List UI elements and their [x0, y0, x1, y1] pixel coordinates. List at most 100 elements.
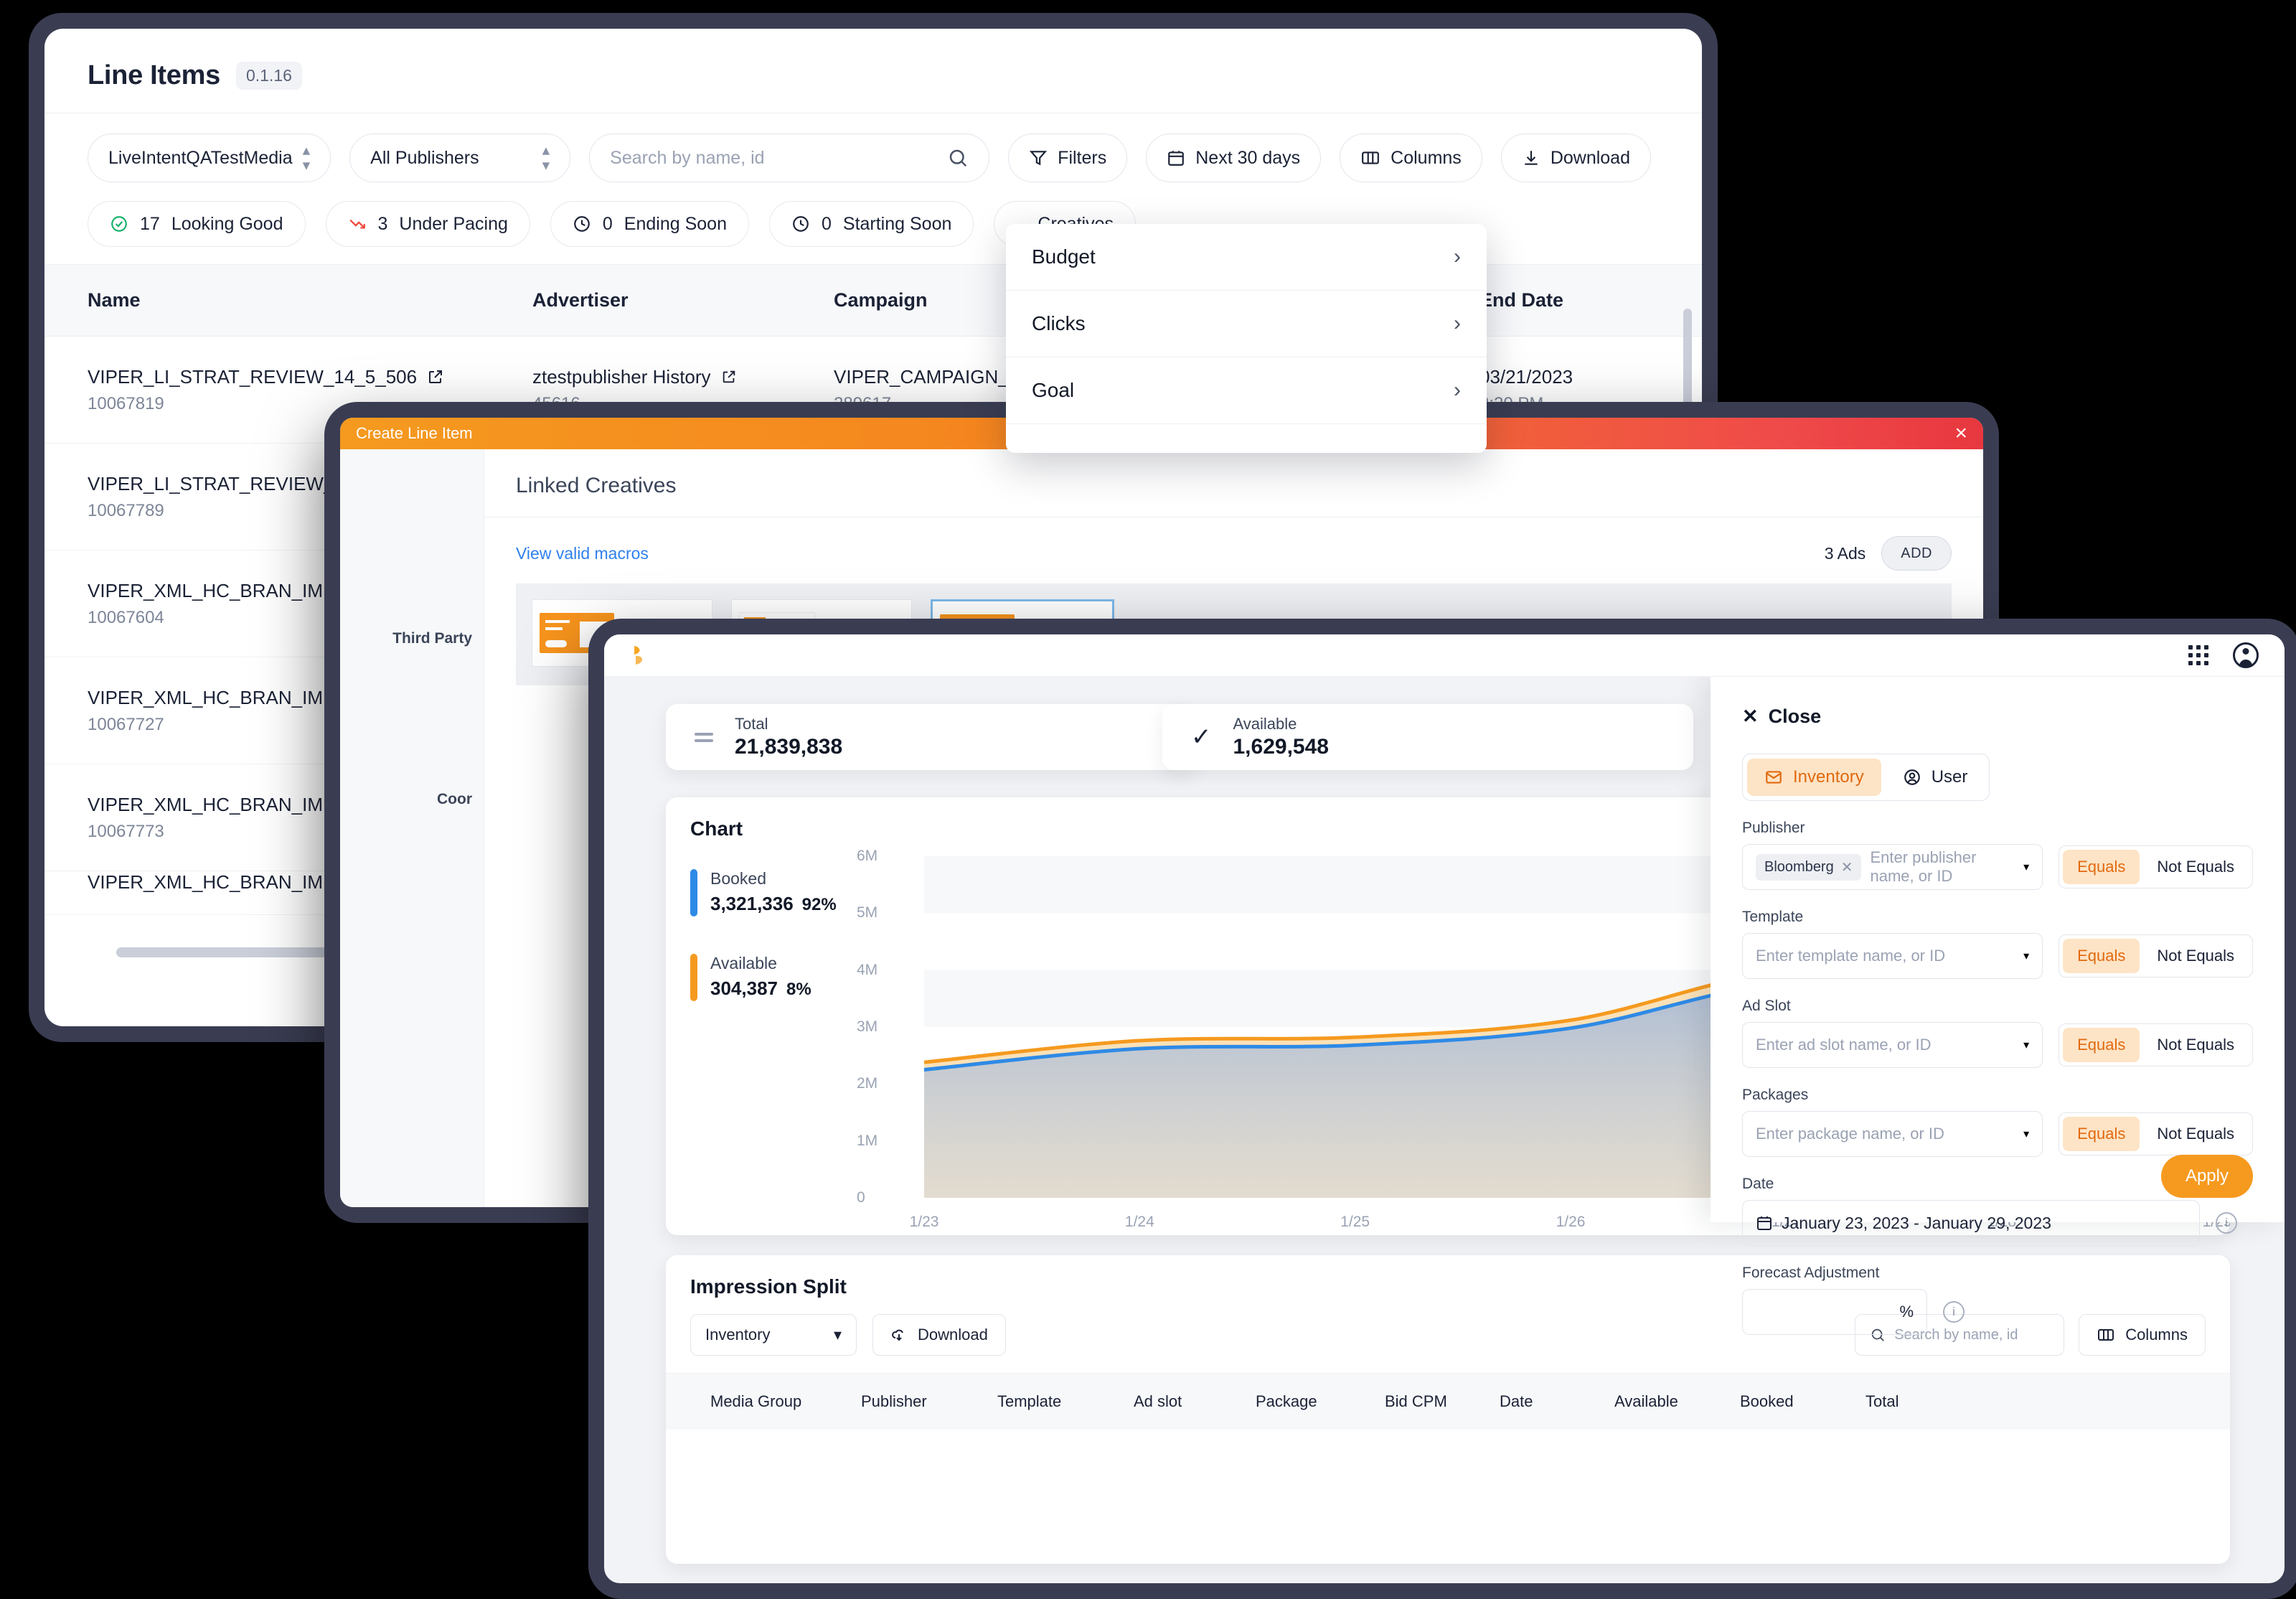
template-input[interactable]: Enter template name, or ID ▾	[1742, 933, 2043, 979]
column-header-end-date[interactable]: End Date	[1479, 265, 1652, 336]
packages-input[interactable]: Enter package name, or ID ▾	[1742, 1111, 2043, 1157]
chip-label: Starting Soon	[842, 213, 952, 234]
columns-button[interactable]: Columns	[1340, 133, 1482, 182]
add-ad-button[interactable]: ADD	[1881, 536, 1952, 571]
operator-equals[interactable]: Equals	[2063, 850, 2140, 884]
chevron-down-icon[interactable]: ▾	[2023, 860, 2029, 874]
status-chip-looking-good[interactable]: 17 Looking Good	[88, 201, 306, 247]
impression-column-header[interactable]: Booked	[1740, 1374, 1866, 1430]
available-label: Available	[1233, 715, 1297, 733]
y-axis-tick: 1M	[857, 1132, 878, 1149]
chip-label: Under Pacing	[399, 213, 508, 234]
menu-item-more[interactable]	[1006, 424, 1487, 453]
external-link-icon[interactable]	[427, 368, 444, 385]
operator-equals[interactable]: Equals	[2063, 1117, 2140, 1151]
version-badge: 0.1.16	[235, 62, 302, 90]
publisher-input[interactable]: Bloomberg ✕ Enter publisher name, or ID …	[1742, 844, 2043, 890]
column-header-advertiser[interactable]: Advertiser	[532, 265, 834, 336]
view-valid-macros-link[interactable]: View valid macros	[516, 544, 649, 563]
publisher-select[interactable]: All Publishers ▴ ▾	[349, 133, 571, 182]
chevron-updown-icon: ▴ ▾	[542, 142, 550, 174]
apply-button[interactable]: Apply	[2160, 1155, 2253, 1198]
search-input[interactable]: Search by name, id	[589, 133, 990, 182]
media-select-value: LiveIntentQATestMedia	[108, 147, 293, 168]
close-icon: ✕	[1742, 705, 1759, 727]
user-circle-icon	[1904, 769, 1920, 785]
media-select[interactable]: LiveIntentQATestMedia ▴ ▾	[88, 133, 331, 182]
tag-chip-bloomberg[interactable]: Bloomberg ✕	[1756, 853, 1862, 881]
external-link-icon[interactable]	[721, 369, 737, 385]
forecast-adjustment-input[interactable]: %	[1742, 1289, 1927, 1335]
chevron-right-icon: ›	[1454, 378, 1461, 402]
chevron-down-icon[interactable]: ▾	[2023, 949, 2029, 963]
operator-equals[interactable]: Equals	[2063, 939, 2140, 973]
date-range-value: January 23, 2023 - January 29, 2023	[1782, 1213, 2051, 1232]
line-items-header: Line Items 0.1.16	[44, 29, 1702, 113]
packages-operator-toggle: Equals Not Equals	[2059, 1112, 2253, 1155]
column-header-name[interactable]: Name	[44, 265, 532, 336]
chevron-down-icon[interactable]: ▾	[2023, 1038, 2029, 1052]
impression-column-header[interactable]: Total	[1866, 1374, 1980, 1430]
chevron-down-icon[interactable]: ▾	[2023, 1127, 2029, 1141]
status-chip-starting-soon[interactable]: 0 Starting Soon	[768, 201, 974, 247]
info-icon[interactable]: i	[2216, 1212, 2237, 1234]
chip-count: 0	[821, 213, 832, 234]
menu-item-goal[interactable]: Goal ›	[1006, 357, 1487, 424]
date-range-input[interactable]: January 23, 2023 - January 29, 2023	[1742, 1200, 2200, 1246]
impression-column-header[interactable]: Available	[1614, 1374, 1740, 1430]
operator-not-equals[interactable]: Not Equals	[2142, 1117, 2249, 1151]
check-circle-icon	[111, 216, 127, 232]
trend-down-icon	[349, 219, 365, 229]
ad-slot-operator-toggle: Equals Not Equals	[2059, 1023, 2253, 1066]
impression-column-header[interactable]: Template	[997, 1374, 1134, 1430]
date-range-button[interactable]: Next 30 days	[1146, 133, 1322, 182]
chip-count: 17	[140, 213, 160, 234]
end-date-value: 03/21/2023	[1479, 365, 1573, 388]
filter-field-ad-slot: Ad Slot Enter ad slot name, or ID ▾ Equa…	[1742, 998, 2253, 1068]
operator-not-equals[interactable]: Not Equals	[2142, 850, 2249, 884]
ad-slot-input[interactable]: Enter ad slot name, or ID ▾	[1742, 1022, 2043, 1068]
impression-column-header[interactable]: Package	[1256, 1374, 1385, 1430]
impression-split-select[interactable]: Inventory ▾	[690, 1314, 857, 1356]
filters-button[interactable]: Filters	[1008, 133, 1128, 182]
chip-count: 3	[377, 213, 388, 234]
line-item-name: VIPER_XML_HC_BRAN_IMP_1	[88, 871, 357, 893]
impression-split-download-button[interactable]: Download	[872, 1314, 1006, 1356]
close-icon[interactable]: ×	[1954, 423, 1967, 444]
legend-item-booked: Booked 3,321,336 92%	[690, 869, 862, 916]
impression-column-header[interactable]: Media Group	[666, 1374, 861, 1430]
close-panel-button[interactable]: ✕ Close	[1742, 705, 2253, 728]
line-item-name: VIPER_LI_STRAT_REVIEW_14_5_506	[88, 365, 418, 388]
info-icon[interactable]: i	[1943, 1301, 1965, 1323]
menu-item-budget[interactable]: Budget ›	[1006, 224, 1487, 291]
chevron-down-icon: ▾	[833, 1326, 842, 1344]
modal-title: Create Line Item	[356, 424, 473, 442]
total-card: Total 21,839,838	[666, 704, 1197, 770]
remove-tag-icon[interactable]: ✕	[1841, 858, 1853, 876]
operator-equals[interactable]: Equals	[2063, 1028, 2140, 1062]
legend-value-booked: 3,321,336 92%	[710, 893, 837, 914]
operator-not-equals[interactable]: Not Equals	[2142, 939, 2249, 973]
impression-column-header[interactable]: Ad slot	[1134, 1374, 1256, 1430]
impression-column-header[interactable]: Publisher	[861, 1374, 997, 1430]
label-coordinates: Coor	[437, 791, 472, 807]
impression-column-header[interactable]: Bid CPM	[1385, 1374, 1500, 1430]
date-range-label: Next 30 days	[1195, 147, 1301, 168]
advertiser-name: ztestpublisher History	[532, 365, 711, 388]
segment-inventory[interactable]: Inventory	[1747, 759, 1881, 796]
section-title: Linked Creatives	[484, 474, 1983, 517]
status-chip-ending-soon[interactable]: 0 Ending Soon	[550, 201, 749, 247]
download-button[interactable]: Download	[1500, 133, 1651, 182]
impression-column-header[interactable]: Date	[1500, 1374, 1614, 1430]
segment-user[interactable]: User	[1886, 759, 1985, 796]
field-label-packages: Packages	[1742, 1087, 1809, 1103]
grid-icon[interactable]	[2188, 645, 2208, 665]
operator-not-equals[interactable]: Not Equals	[2142, 1028, 2249, 1062]
field-label-publisher: Publisher	[1742, 820, 1805, 836]
equals-icon	[695, 732, 713, 742]
menu-item-clicks[interactable]: Clicks ›	[1006, 291, 1487, 357]
status-chip-under-pacing[interactable]: 3 Under Pacing	[325, 201, 530, 247]
legend-swatch-available	[690, 954, 697, 1001]
avatar-icon[interactable]	[2233, 642, 2259, 668]
impression-split-select-value: Inventory	[705, 1326, 771, 1344]
